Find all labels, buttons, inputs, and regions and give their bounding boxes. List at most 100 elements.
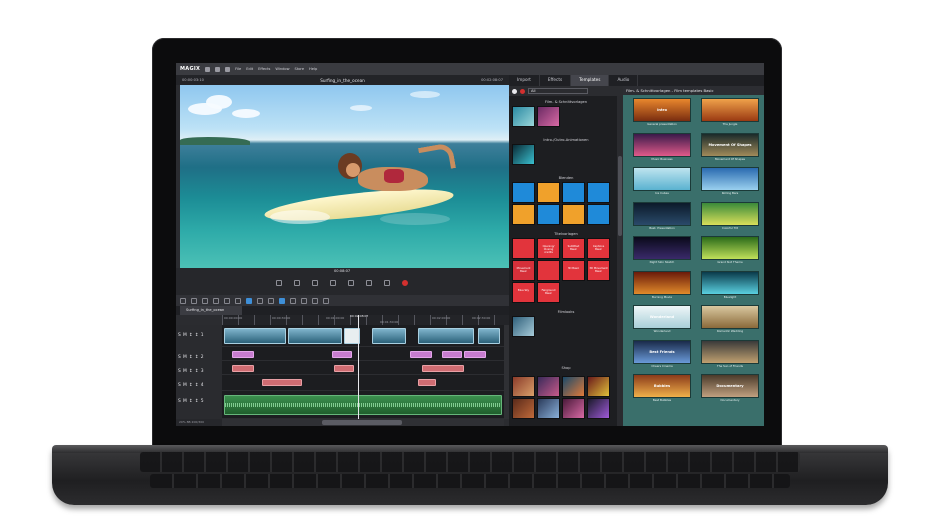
effect-clip[interactable] xyxy=(232,365,254,372)
transition-tile[interactable] xyxy=(537,182,560,203)
track-header-2[interactable]: S M ↕ ↕ 2 xyxy=(178,355,204,360)
template-item[interactable]: Burning Movie xyxy=(633,270,691,299)
title-tile[interactable]: Captions Basic xyxy=(587,238,610,259)
tab-import[interactable]: Import xyxy=(509,75,540,86)
template-item[interactable]: Ice Cubes xyxy=(633,167,691,195)
shop-tile[interactable] xyxy=(537,398,560,419)
group-icon[interactable] xyxy=(268,297,274,304)
video-clip[interactable] xyxy=(418,328,474,344)
menu-file[interactable]: File xyxy=(235,67,241,71)
delete-icon[interactable] xyxy=(202,297,208,304)
cut-tool-icon[interactable] xyxy=(312,297,318,304)
template-item[interactable]: Night Skin Sketch xyxy=(633,236,691,264)
mark-out-icon[interactable] xyxy=(294,280,300,286)
template-thumbnail[interactable] xyxy=(633,236,691,260)
rewind-icon[interactable] xyxy=(330,280,336,286)
tab-templates[interactable]: Templates xyxy=(571,75,610,86)
title-tile[interactable]: Subtitled Basic xyxy=(562,238,585,259)
track-header-5[interactable]: S M ↕ ↕ 5 xyxy=(178,399,204,404)
template-tile[interactable] xyxy=(512,106,535,127)
template-tile[interactable] xyxy=(537,106,560,127)
save-icon[interactable] xyxy=(225,66,231,72)
ripple-icon[interactable] xyxy=(257,297,263,304)
range-tool-icon[interactable] xyxy=(290,297,296,304)
audio-icon[interactable] xyxy=(323,297,329,304)
template-thumbnail[interactable] xyxy=(701,236,759,260)
template-item[interactable]: Documentary Documentary xyxy=(701,374,759,402)
title-tile[interactable]: 3D Basic xyxy=(562,260,585,281)
marker-icon[interactable] xyxy=(235,297,241,304)
transition-tile[interactable] xyxy=(512,204,535,225)
template-thumbnail[interactable] xyxy=(701,201,759,226)
transition-tile[interactable] xyxy=(587,182,610,203)
shop-tile[interactable] xyxy=(537,376,560,397)
tab-audio[interactable]: Audio xyxy=(609,75,639,86)
template-thumbnail[interactable]: Intro xyxy=(633,98,691,122)
track-header-3[interactable]: S M ↕ ↕ 3 xyxy=(178,369,204,374)
tab-effects[interactable]: Effects xyxy=(540,75,572,86)
video-clip[interactable] xyxy=(224,328,286,344)
transition-tile[interactable] xyxy=(562,204,585,225)
template-item[interactable]: Best Friends Cheers Cinema xyxy=(633,339,691,368)
shop-tile[interactable] xyxy=(562,398,585,419)
effect-clip[interactable] xyxy=(334,365,354,372)
template-thumbnail[interactable] xyxy=(633,132,691,157)
filmlook-tile[interactable] xyxy=(512,316,535,337)
menu-effects[interactable]: Effects xyxy=(258,67,270,71)
circle-icon[interactable] xyxy=(512,88,517,94)
shop-tile[interactable] xyxy=(587,376,610,397)
template-thumbnail[interactable]: Wonderland xyxy=(633,305,691,329)
playhead[interactable] xyxy=(358,315,359,419)
title-tile[interactable]: Fairground Basic xyxy=(537,282,560,303)
template-thumbnail[interactable] xyxy=(633,270,691,295)
stop-icon[interactable] xyxy=(348,280,354,286)
menu-store[interactable]: Store xyxy=(295,67,305,71)
transition-tile[interactable] xyxy=(562,182,585,203)
undo-icon[interactable] xyxy=(180,297,186,304)
template-thumbnail[interactable]: Best Friends xyxy=(633,339,691,364)
menu-help[interactable]: Help xyxy=(309,67,317,71)
open-folder-icon[interactable] xyxy=(215,66,221,72)
template-item[interactable]: Wonderland Wonderland xyxy=(633,305,691,333)
title-clip[interactable] xyxy=(410,351,432,358)
redo-icon[interactable] xyxy=(191,297,197,304)
template-item[interactable]: Rolling Bars xyxy=(701,167,759,195)
text-icon[interactable] xyxy=(213,297,219,304)
filter-select[interactable]: All xyxy=(528,88,588,94)
template-item[interactable]: Grand Slot Theme xyxy=(701,236,759,264)
template-thumbnail[interactable] xyxy=(633,201,691,226)
record-dot-icon[interactable] xyxy=(520,88,525,94)
menu-window[interactable]: Window xyxy=(275,67,289,71)
link-icon[interactable] xyxy=(246,297,252,304)
skip-back-icon[interactable] xyxy=(312,280,318,286)
transition-tile[interactable] xyxy=(512,182,535,203)
effect-clip[interactable] xyxy=(262,379,302,386)
template-item[interactable]: Bluelight xyxy=(701,270,759,299)
scroll-thumb[interactable] xyxy=(618,156,622,236)
shop-tile[interactable] xyxy=(562,376,585,397)
template-thumbnail[interactable] xyxy=(701,167,759,191)
skip-forward-icon[interactable] xyxy=(384,280,390,286)
title-clip[interactable] xyxy=(464,351,486,358)
scroll-thumb[interactable] xyxy=(322,420,402,425)
transition-tile[interactable] xyxy=(537,204,560,225)
template-thumbnail[interactable] xyxy=(701,98,759,122)
template-thumbnail[interactable] xyxy=(633,167,691,191)
video-clip[interactable] xyxy=(478,328,500,344)
split-icon[interactable] xyxy=(224,297,230,304)
timeline-tab[interactable]: Surfing_in_the_ocean xyxy=(180,306,242,315)
template-item[interactable]: Music Business xyxy=(633,132,691,161)
menu-edit[interactable]: Edit xyxy=(246,67,253,71)
new-file-icon[interactable] xyxy=(205,66,211,72)
shop-tile[interactable] xyxy=(512,376,535,397)
audio-clip[interactable] xyxy=(224,395,502,415)
template-thumbnail[interactable] xyxy=(701,339,759,364)
title-clip[interactable] xyxy=(332,351,352,358)
video-clip[interactable] xyxy=(372,328,406,344)
title-tile[interactable] xyxy=(537,260,560,281)
title-tile[interactable] xyxy=(512,238,535,259)
template-item[interactable]: The Sun of Friends xyxy=(701,339,759,368)
play-icon[interactable] xyxy=(366,280,372,286)
intro-tile[interactable] xyxy=(512,144,535,165)
shop-tile[interactable] xyxy=(512,398,535,419)
